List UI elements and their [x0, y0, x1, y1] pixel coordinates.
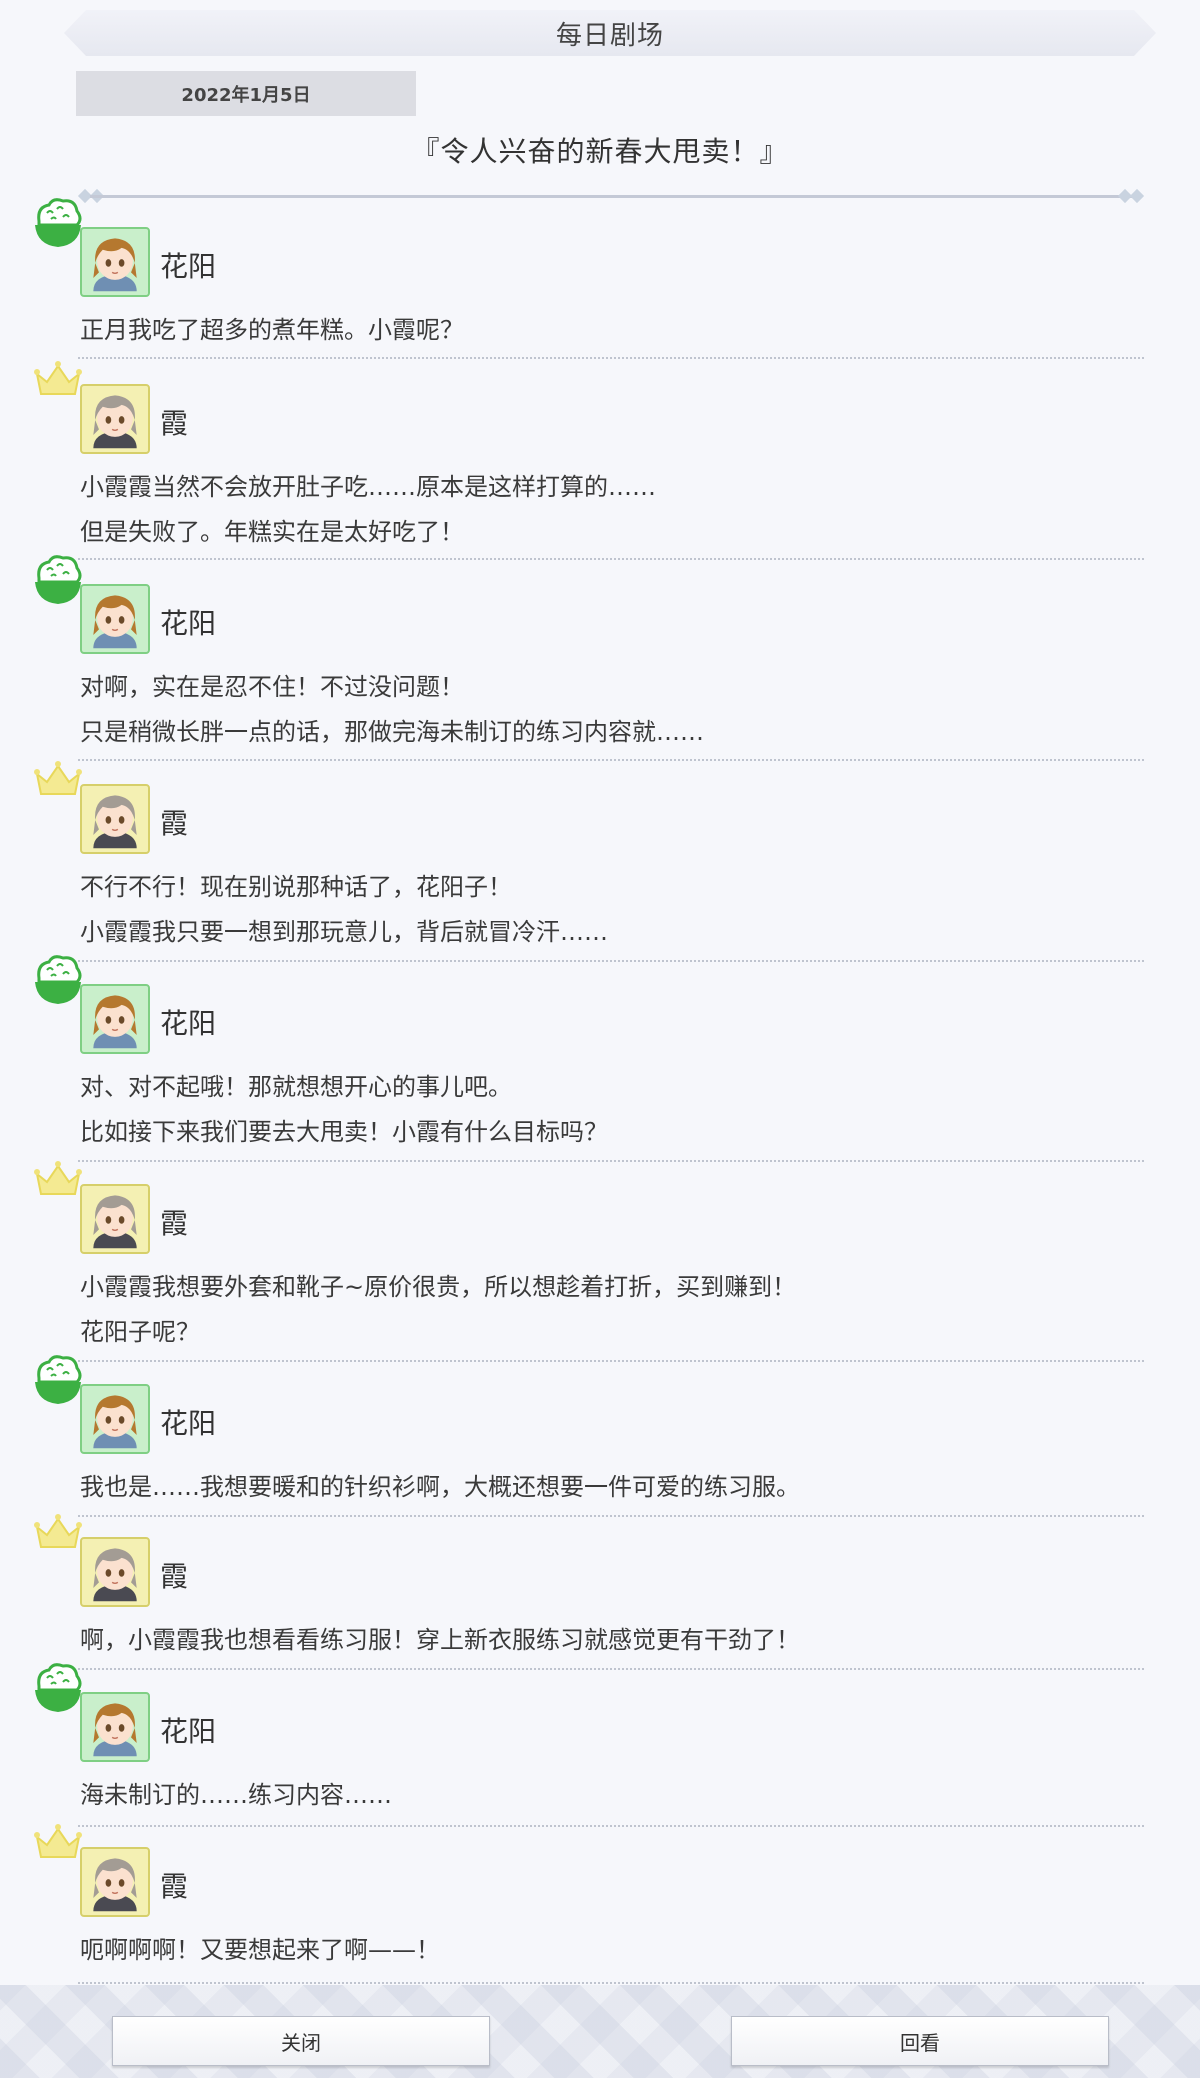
speaker-avatar	[80, 584, 150, 654]
speaker-avatar	[80, 1384, 150, 1454]
rice-bowl-icon	[33, 952, 83, 1012]
speaker-avatar	[80, 1537, 150, 1607]
entry-separator	[78, 1160, 1144, 1162]
story-title: 『令人兴奋的新春大甩卖！』	[411, 135, 789, 168]
crown-icon	[33, 1815, 83, 1875]
speaker-name: 花阳	[160, 607, 217, 640]
header-bar: 每日剧场	[64, 10, 1156, 56]
dialogue-line: 小霞霞我想要外套和靴子~原价很贵，所以想趁着打折，买到赚到！	[80, 1273, 797, 1301]
dialogue-line: 对、对不起哦！那就想想开心的事儿吧。	[80, 1073, 512, 1101]
dialogue-line: 啊，小霞霞我也想看看练习服！穿上新衣服练习就感觉更有干劲了！	[80, 1626, 800, 1654]
entry-separator	[78, 357, 1144, 359]
dialogue-line: 小霞霞当然不会放开肚子吃……原本是这样打算的……	[80, 473, 656, 501]
speaker-name: 花阳	[160, 1007, 217, 1040]
rice-bowl-icon	[33, 552, 83, 612]
dialogue-line: 只是稍微长胖一点的话，那做完海未制订的练习内容就……	[80, 718, 704, 746]
speaker-avatar	[80, 1184, 150, 1254]
dialogue-line: 呃啊啊啊！又要想起来了啊——！	[80, 1936, 440, 1964]
dialogue-line: 花阳子呢？	[80, 1318, 200, 1346]
entry-separator	[78, 1825, 1144, 1827]
rice-bowl-icon	[33, 195, 83, 255]
speaker-name: 霞	[160, 407, 189, 440]
speaker-name: 花阳	[160, 1715, 217, 1748]
close-button[interactable]: 关闭	[112, 2016, 490, 2066]
entry-separator	[78, 1515, 1144, 1517]
crown-icon	[33, 752, 83, 812]
rice-bowl-icon	[33, 1660, 83, 1720]
entry-separator	[78, 558, 1144, 560]
speaker-name: 霞	[160, 1207, 189, 1240]
speaker-avatar	[80, 1692, 150, 1762]
speaker-avatar	[80, 384, 150, 454]
dialogue-line: 海未制订的……练习内容……	[80, 1781, 392, 1809]
dialogue-line: 不行不行！现在别说那种话了，花阳子！	[80, 873, 512, 901]
speaker-avatar	[80, 227, 150, 297]
rice-bowl-icon	[33, 1352, 83, 1412]
replay-button[interactable]: 回看	[731, 2016, 1109, 2066]
dialogue-line: 但是失败了。年糕实在是太好吃了！	[80, 518, 464, 546]
dialogue-line: 我也是……我想要暖和的针织衫啊，大概还想要一件可爱的练习服。	[80, 1473, 800, 1501]
entry-separator	[78, 1668, 1144, 1670]
date-badge: 2022年1月5日	[76, 71, 416, 116]
entry-separator	[78, 759, 1144, 761]
title-divider	[77, 188, 1145, 204]
speaker-avatar	[80, 1847, 150, 1917]
crown-icon	[33, 1505, 83, 1565]
crown-icon	[33, 1152, 83, 1212]
speaker-avatar	[80, 784, 150, 854]
entry-separator	[78, 960, 1144, 962]
speaker-name: 花阳	[160, 1407, 217, 1440]
dialogue-line: 正月我吃了超多的煮年糕。小霞呢？	[80, 316, 464, 344]
speaker-name: 霞	[160, 1560, 189, 1593]
speaker-name: 霞	[160, 807, 189, 840]
dialogue-line: 小霞霞我只要一想到那玩意儿，背后就冒冷汗……	[80, 918, 608, 946]
dialogue-line: 比如接下来我们要去大甩卖！小霞有什么目标吗？	[80, 1118, 608, 1146]
dialogue-line: 对啊，实在是忍不住！不过没问题！	[80, 673, 464, 701]
crown-icon	[33, 352, 83, 412]
speaker-avatar	[80, 984, 150, 1054]
entry-separator	[78, 1360, 1144, 1362]
speaker-name: 花阳	[160, 250, 217, 283]
entry-separator	[78, 1982, 1144, 1984]
speaker-name: 霞	[160, 1870, 189, 1903]
page-title: 每日剧场	[555, 20, 664, 51]
